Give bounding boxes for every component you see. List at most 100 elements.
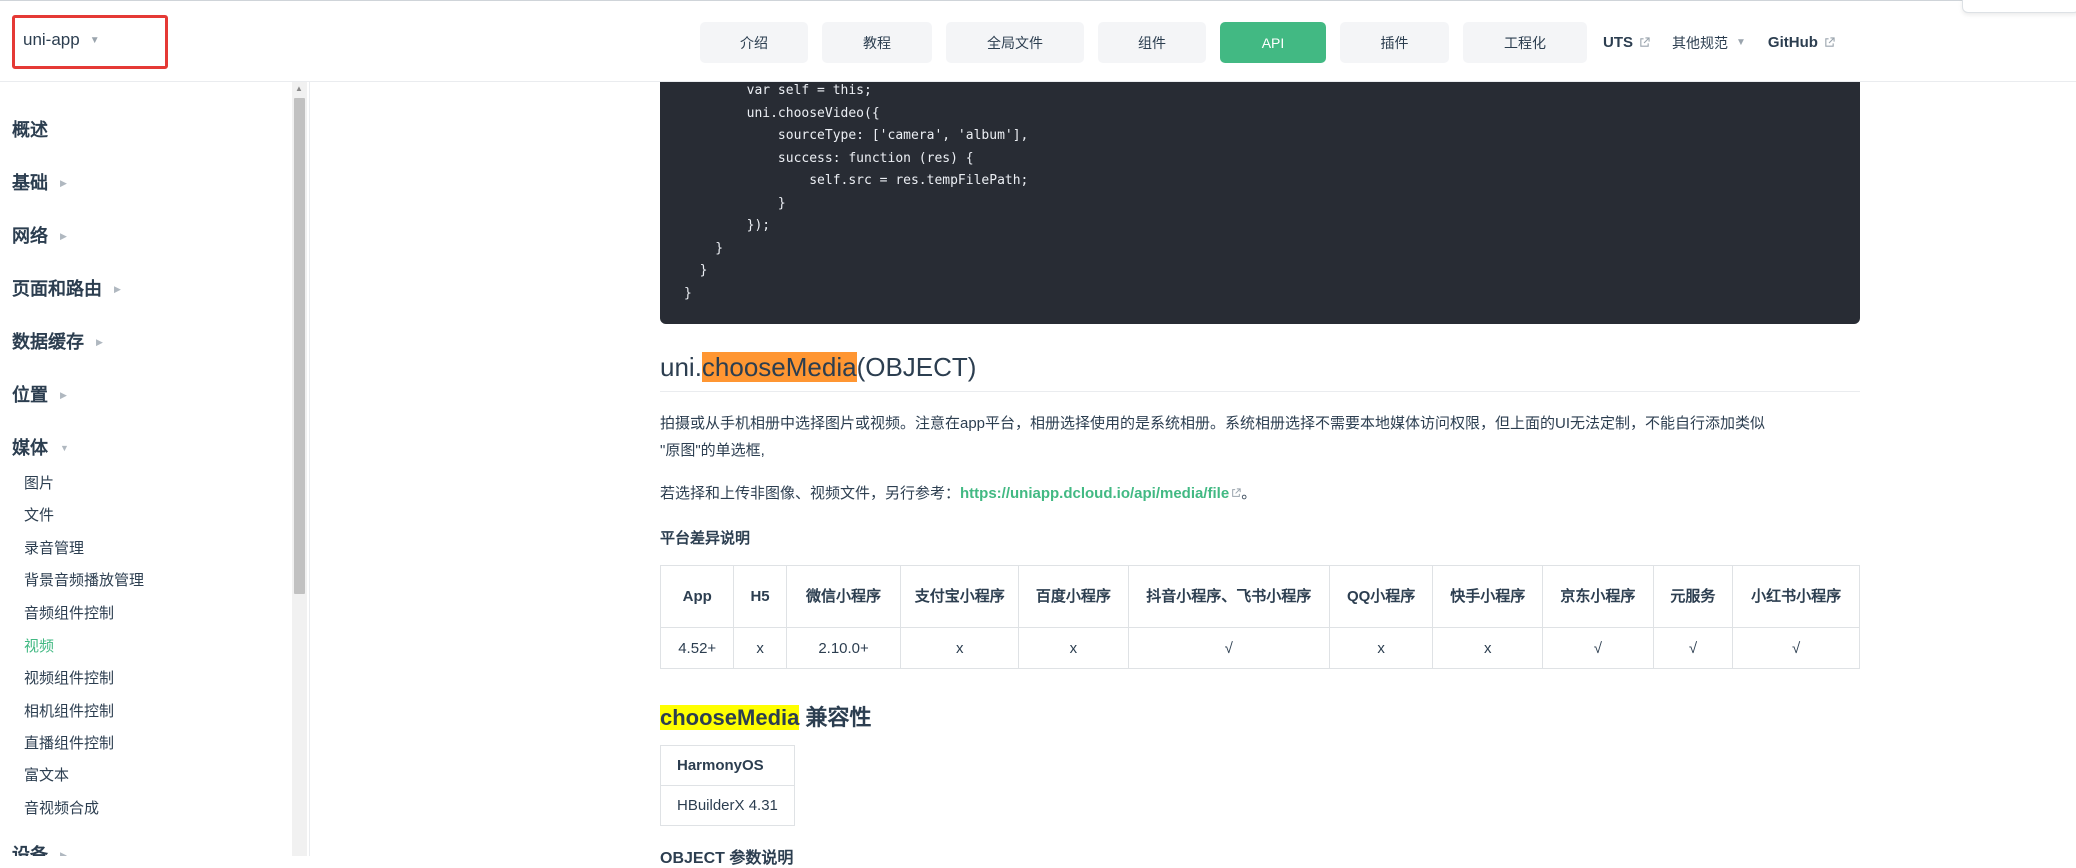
code-line: }: [684, 286, 692, 301]
code-line: }: [684, 241, 724, 256]
table-cell: HBuilderX 4.31: [660, 785, 795, 826]
compat-heading: chooseMedia 兼容性: [660, 705, 872, 730]
chevron-right-icon: ▶: [60, 850, 67, 856]
platform-table: App H5 微信小程序 支付宝小程序 百度小程序 抖音小程序、飞书小程序 QQ…: [659, 565, 1860, 669]
sidebar-item-video[interactable]: 视频: [24, 635, 54, 656]
nav-intro[interactable]: 介绍: [700, 22, 808, 63]
table-header-cell: 抖音小程序、飞书小程序: [1127, 565, 1330, 628]
nav-global-files[interactable]: 全局文件: [946, 22, 1084, 63]
table-cell: 2.10.0+: [785, 627, 902, 669]
top-navbar: uni-app ▼ 介绍 教程 全局文件 组件 API 插件 工程化 UTS 其他…: [0, 0, 2076, 82]
table-cell: √: [1127, 627, 1330, 669]
main-nav: 介绍 教程 全局文件 组件 API 插件 工程化 UTS 其他规范 ▼ GitH…: [700, 22, 1857, 63]
code-line: var self = this;: [684, 83, 872, 98]
brand-label: uni-app: [23, 30, 80, 49]
chevron-right-icon: ▶: [60, 390, 67, 400]
table-header-cell: 小红书小程序: [1732, 565, 1860, 628]
sidebar-item-rich-text[interactable]: 富文本: [24, 764, 69, 785]
table-header-row: App H5 微信小程序 支付宝小程序 百度小程序 抖音小程序、飞书小程序 QQ…: [659, 565, 1860, 628]
code-line: success: function (res) {: [684, 151, 974, 166]
sidebar-item-recorder[interactable]: 录音管理: [24, 537, 84, 558]
code-line: self.src = res.tempFilePath;: [684, 173, 1029, 188]
sidebar: 概述 基础 ▶ 网络 ▶ 页面和路由 ▶ 数据缓存 ▶ 位置 ▶ 媒体 ▼ 图片 文件 录音…: [0, 82, 310, 856]
external-link-icon: [1825, 37, 1835, 47]
code-line: uni.chooseVideo({: [684, 106, 880, 121]
table-cell: √: [1542, 627, 1654, 669]
nav-plugins[interactable]: 插件: [1340, 22, 1449, 63]
sidebar-item-image[interactable]: 图片: [24, 472, 54, 493]
table-header-cell: H5: [733, 565, 787, 628]
table-cell: x: [900, 627, 1020, 669]
floating-panel-edge[interactable]: [1962, 0, 2076, 13]
sidebar-section-overview[interactable]: 概述: [12, 116, 48, 142]
table-cell: 4.52+: [659, 627, 735, 669]
sidebar-item-background-audio[interactable]: 背景音频播放管理: [24, 569, 144, 590]
table-header-cell: 快手小程序: [1432, 565, 1544, 628]
nav-github-link[interactable]: GitHub: [1768, 34, 1835, 51]
table-cell: x: [1328, 627, 1434, 669]
nav-other-specs-dropdown[interactable]: 其他规范 ▼: [1672, 33, 1746, 53]
nav-uts-link[interactable]: UTS: [1603, 34, 1650, 51]
search-highlight: chooseMedia: [660, 705, 800, 730]
chevron-down-icon: ▼: [60, 443, 69, 453]
object-params-heading: OBJECT 参数说明: [660, 850, 794, 867]
table-header-cell: 支付宝小程序: [900, 565, 1020, 628]
nav-engineering[interactable]: 工程化: [1463, 22, 1587, 63]
chevron-right-icon: ▶: [96, 337, 103, 347]
sidebar-section-media[interactable]: 媒体 ▼: [12, 434, 69, 460]
chevron-right-icon: ▶: [60, 231, 67, 241]
table-cell: √: [1732, 627, 1860, 669]
sidebar-section-storage[interactable]: 数据缓存 ▶: [12, 328, 103, 354]
sidebar-section-basics[interactable]: 基础 ▶: [12, 169, 67, 195]
reference-note: 若选择和上传非图像、视频文件，另行参考：https://uniapp.dclou…: [660, 485, 1257, 502]
sidebar-item-live-control[interactable]: 直播组件控制: [24, 732, 114, 753]
table-header-cell: 微信小程序: [785, 565, 902, 628]
compat-table: HarmonyOS HBuilderX 4.31: [660, 745, 795, 826]
nav-api[interactable]: API: [1220, 22, 1326, 63]
external-link-icon: [1232, 488, 1241, 497]
table-header-row: HarmonyOS: [660, 745, 795, 786]
code-block: var self = this; uni.chooseVideo({ sourc…: [660, 82, 1860, 324]
external-link-icon: [1640, 37, 1650, 47]
brand-selector[interactable]: uni-app ▼: [12, 15, 168, 69]
chevron-down-icon: ▼: [89, 35, 100, 46]
sidebar-section-network[interactable]: 网络 ▶: [12, 222, 67, 248]
table-header-cell: HarmonyOS: [660, 745, 795, 786]
media-file-link[interactable]: https://uniapp.dcloud.io/api/media/file: [960, 485, 1229, 502]
sidebar-item-camera-control[interactable]: 相机组件控制: [24, 700, 114, 721]
table-header-cell: QQ小程序: [1328, 565, 1434, 628]
sidebar-scroll-thumb[interactable]: [294, 98, 305, 594]
sidebar-section-location[interactable]: 位置 ▶: [12, 381, 67, 407]
table-header-cell: 百度小程序: [1018, 565, 1129, 628]
code-line: }: [684, 196, 786, 211]
sidebar-scrollbar[interactable]: ▲: [292, 82, 307, 856]
chevron-right-icon: ▶: [114, 284, 121, 294]
api-description: 拍摄或从手机相册中选择图片或视频。注意在app平台，相册选择使用的是系统相册。系…: [660, 415, 1766, 459]
table-header-cell: 京东小程序: [1542, 565, 1654, 628]
api-title: uni.chooseMedia(OBJECT): [660, 352, 1860, 392]
chevron-down-icon: ▼: [1736, 37, 1746, 48]
code-line: }: [684, 263, 708, 278]
table-cell: x: [733, 627, 787, 669]
table-row: 4.52+ x 2.10.0+ x x √ x x √ √ √: [659, 627, 1860, 669]
table-header-cell: 元服务: [1652, 565, 1734, 628]
table-cell: x: [1018, 627, 1129, 669]
sidebar-section-page-routing[interactable]: 页面和路由 ▶: [12, 275, 121, 301]
scroll-up-arrow-icon[interactable]: ▲: [295, 84, 303, 93]
sidebar-item-av-composition[interactable]: 音视频合成: [24, 797, 99, 818]
code-line: });: [684, 218, 771, 233]
search-highlight-current: chooseMedia: [701, 352, 857, 382]
sidebar-item-audio-control[interactable]: 音频组件控制: [24, 602, 114, 623]
platform-diff-heading: 平台差异说明: [660, 530, 751, 547]
table-row: HBuilderX 4.31: [660, 785, 795, 826]
sidebar-item-file[interactable]: 文件: [24, 504, 54, 525]
nav-tutorial[interactable]: 教程: [822, 22, 932, 63]
table-cell: x: [1432, 627, 1544, 669]
table-header-cell: App: [659, 565, 735, 628]
chevron-right-icon: ▶: [60, 178, 67, 188]
sidebar-section-device[interactable]: 设备 ▶: [12, 841, 67, 856]
sidebar-item-video-control[interactable]: 视频组件控制: [24, 667, 114, 688]
code-line: sourceType: ['camera', 'album'],: [684, 128, 1029, 143]
nav-components[interactable]: 组件: [1098, 22, 1206, 63]
table-cell: √: [1652, 627, 1734, 669]
